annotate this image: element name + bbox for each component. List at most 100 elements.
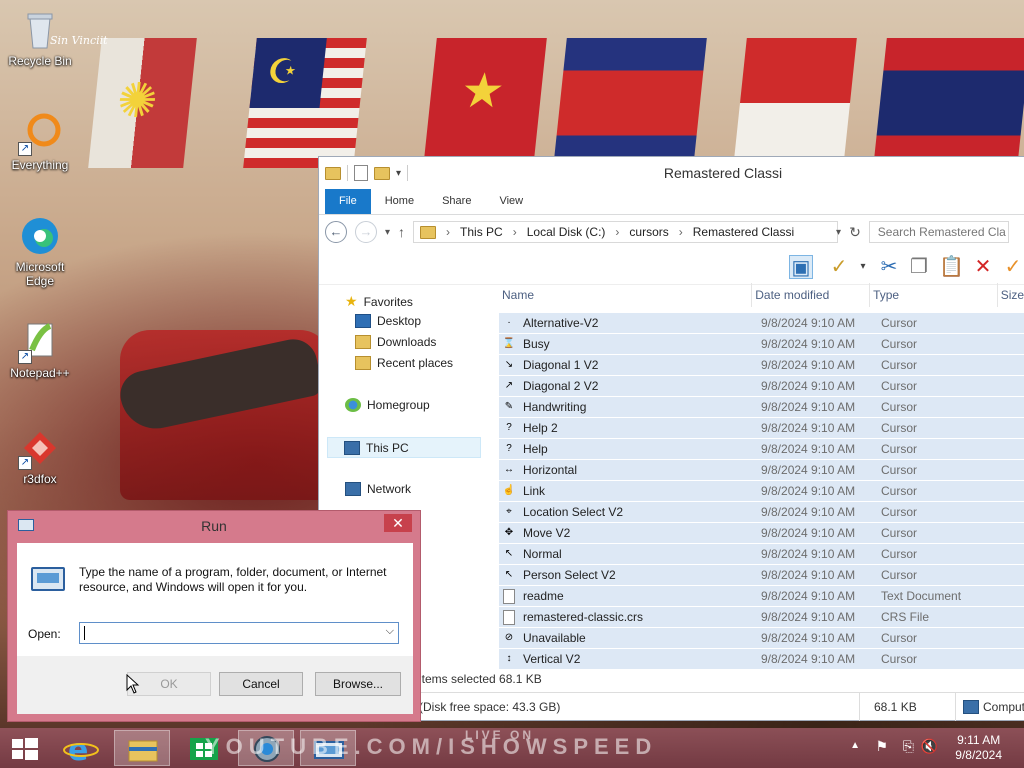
file-row[interactable]: remastered-classic.crs 9/8/2024 9:10 AM CR…: [499, 607, 1024, 628]
delete-icon[interactable]: ✕: [971, 255, 995, 279]
desktop-icon-everything[interactable]: ↗ Everything: [2, 112, 78, 172]
taskbar-internet-explorer[interactable]: e: [54, 730, 110, 768]
file-row[interactable]: ↗ Diagonal 2 V2 9/8/2024 9:10 AM Cursor: [499, 376, 1024, 397]
cursor-file-icon: ✎: [504, 401, 514, 412]
file-row[interactable]: ↔ Horizontal 9/8/2024 9:10 AM Cursor: [499, 460, 1024, 481]
file-name: Diagonal 1 V2: [523, 358, 599, 372]
tab-home[interactable]: Home: [371, 189, 428, 214]
breadcrumb-cursors[interactable]: cursors: [629, 225, 668, 239]
notepadpp-icon: ↗: [18, 320, 62, 364]
back-button[interactable]: ←: [325, 221, 347, 243]
nav-desktop[interactable]: Desktop: [355, 314, 421, 328]
nav-recent-places[interactable]: Recent places: [355, 356, 453, 370]
downloads-icon: [355, 335, 371, 349]
file-row[interactable]: ⌛ Busy 9/8/2024 9:10 AM Cursor: [499, 334, 1024, 355]
file-type: Cursor: [881, 547, 918, 561]
file-name-cell: ⌛ Busy: [499, 336, 757, 352]
refresh-icon[interactable]: ↻: [849, 224, 861, 241]
file-name: Link: [523, 484, 546, 498]
tab-file[interactable]: File: [325, 189, 371, 214]
nav-label: Downloads: [377, 335, 437, 349]
file-explorer-icon: [128, 740, 158, 762]
copy-icon[interactable]: ❐: [907, 255, 931, 279]
file-row[interactable]: readme 9/8/2024 9:10 AM Text Document: [499, 586, 1024, 607]
nav-this-pc[interactable]: This PC: [327, 437, 481, 458]
cursor-file-icon: ✥: [504, 527, 514, 538]
file-date: 9/8/2024 9:10 AM: [761, 652, 856, 666]
action-center-flag-icon[interactable]: ⚑: [875, 738, 888, 755]
file-date: 9/8/2024 9:10 AM: [761, 505, 856, 519]
tab-share[interactable]: Share: [428, 189, 485, 214]
preview-pane-icon[interactable]: ▣: [789, 255, 813, 279]
rename-icon[interactable]: ✓: [1001, 255, 1024, 279]
forward-button[interactable]: →: [355, 221, 377, 243]
computer-icon: [963, 699, 979, 714]
file-name-cell: ⌖ Location Select V2: [499, 504, 757, 520]
file-name-cell: ✥ Move V2: [499, 525, 757, 541]
network-icon: [345, 482, 361, 496]
text-document-icon: [503, 588, 515, 604]
nav-homegroup[interactable]: Homegroup: [345, 398, 430, 412]
start-button[interactable]: [0, 730, 50, 766]
nav-downloads[interactable]: Downloads: [355, 335, 436, 349]
column-size[interactable]: Size: [998, 283, 1024, 307]
taskbar-file-explorer[interactable]: [114, 730, 170, 766]
file-date: 9/8/2024 9:10 AM: [761, 610, 856, 624]
file-row[interactable]: ? Help 9/8/2024 9:10 AM Cursor: [499, 439, 1024, 460]
nav-network[interactable]: Network: [345, 482, 411, 496]
browse-button[interactable]: Browse...: [315, 672, 401, 696]
file-date: 9/8/2024 9:10 AM: [761, 463, 856, 477]
file-name-cell: ☝ Link: [499, 483, 757, 499]
file-row[interactable]: ? Help 2 9/8/2024 9:10 AM Cursor: [499, 418, 1024, 439]
paste-icon[interactable]: 📋: [939, 255, 964, 279]
breadcrumb-this-pc[interactable]: This PC: [460, 225, 503, 239]
show-hidden-icons[interactable]: ▲: [850, 740, 860, 751]
column-date-modified[interactable]: Date modified: [752, 283, 871, 307]
file-row[interactable]: ↖ Person Select V2 9/8/2024 9:10 AM Cursor: [499, 565, 1024, 586]
breadcrumb-local-disk[interactable]: Local Disk (C:): [527, 225, 606, 239]
file-name: Person Select V2: [523, 568, 616, 582]
desktop-icon-edge[interactable]: Microsoft Edge: [2, 214, 78, 288]
dropdown-icon[interactable]: ▾: [851, 255, 875, 279]
nav-label: Homegroup: [367, 398, 430, 412]
file-name: Diagonal 2 V2: [523, 379, 599, 393]
breadcrumb-current[interactable]: Remastered Classi: [693, 225, 794, 239]
nav-favorites[interactable]: ★ Favorites: [345, 293, 413, 310]
tab-view[interactable]: View: [485, 189, 537, 214]
file-row[interactable]: ↘ Diagonal 1 V2 9/8/2024 9:10 AM Cursor: [499, 355, 1024, 376]
desktop-icon-r3dfox[interactable]: ↗ r3dfox: [2, 426, 78, 486]
file-date: 9/8/2024 9:10 AM: [761, 526, 856, 540]
column-type[interactable]: Type: [870, 283, 998, 307]
file-row[interactable]: ⌖ Location Select V2 9/8/2024 9:10 AM Curso…: [499, 502, 1024, 523]
run-dialog: Run ✕ Type the name of a program, folder…: [7, 510, 421, 722]
status-selection: items selected 68.1 KB: [419, 672, 542, 686]
network-icon[interactable]: ⎘: [903, 738, 914, 755]
windows-logo-icon: [12, 738, 38, 760]
up-button[interactable]: ↑: [398, 224, 405, 240]
file-row[interactable]: ⊘ Unavailable 9/8/2024 9:10 AM Cursor: [499, 628, 1024, 649]
file-row[interactable]: ↖ Normal 9/8/2024 9:10 AM Cursor: [499, 544, 1024, 565]
search-input[interactable]: Search Remastered Cla: [868, 221, 1009, 243]
cursor-file-icon: ↖: [504, 548, 514, 559]
recent-locations-icon[interactable]: ▾: [385, 227, 390, 238]
file-row[interactable]: ✥ Move V2 9/8/2024 9:10 AM Cursor: [499, 523, 1024, 544]
address-dropdown-icon[interactable]: ▾: [836, 227, 841, 238]
chevron-down-icon[interactable]: ⌵: [386, 625, 394, 638]
file-row[interactable]: ☝ Link 9/8/2024 9:10 AM Cursor: [499, 481, 1024, 502]
properties-icon[interactable]: ✓: [827, 255, 851, 279]
file-row[interactable]: ✎ Handwriting 9/8/2024 9:10 AM Cursor: [499, 397, 1024, 418]
cut-icon[interactable]: ✂: [877, 255, 901, 279]
desktop-icon-notepadpp[interactable]: ↗ Notepad++: [2, 320, 78, 380]
clock[interactable]: 9:11 AM 9/8/2024: [955, 733, 1002, 763]
file-row[interactable]: · Alternative-V2 9/8/2024 9:10 AM Cursor: [499, 313, 1024, 334]
address-bar[interactable]: › This PC › Local Disk (C:) › cursors › …: [413, 221, 839, 243]
column-name[interactable]: Name: [499, 283, 753, 307]
cancel-button[interactable]: Cancel: [219, 672, 303, 696]
close-button[interactable]: ✕: [384, 514, 412, 532]
open-combobox[interactable]: ⌵: [79, 622, 399, 644]
run-footer: OK Cancel Browse...: [17, 656, 413, 714]
volume-muted-icon[interactable]: 🔇: [921, 738, 938, 755]
flag-philippines: ✺: [88, 38, 197, 168]
file-row[interactable]: ↕ Vertical V2 9/8/2024 9:10 AM Cursor: [499, 649, 1024, 670]
cursor-file-icon: ↖: [504, 569, 514, 580]
